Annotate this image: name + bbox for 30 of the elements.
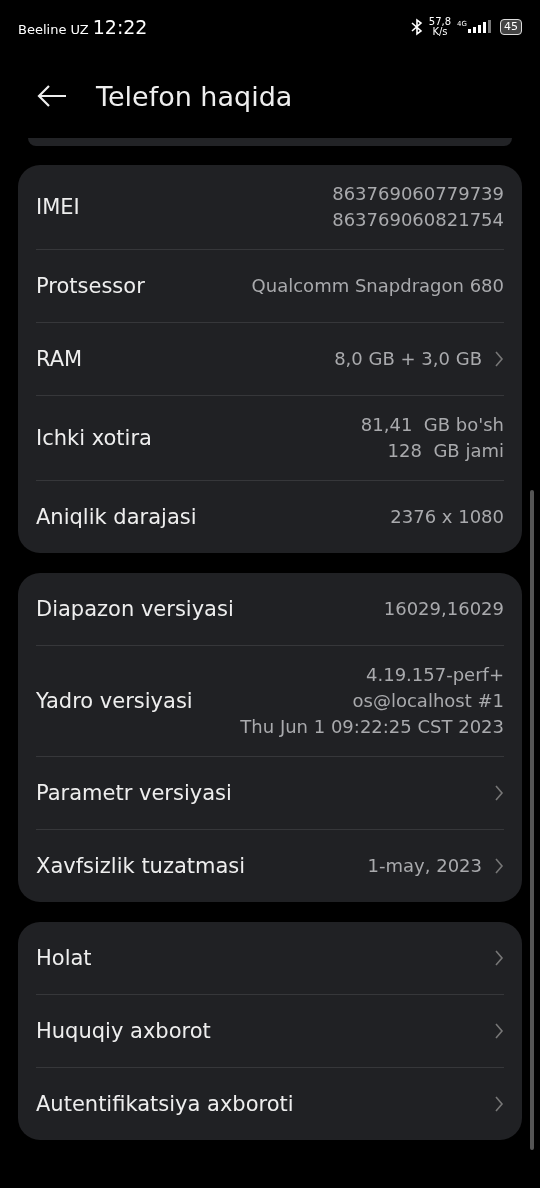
speed-value: 57,8	[428, 17, 452, 27]
page-title: Telefon haqida	[96, 80, 293, 112]
row-label: Parametr versiyasi	[36, 780, 232, 807]
row-label: Huquqiy axborot	[36, 1018, 211, 1045]
row-value: 1-may, 2023	[367, 854, 482, 878]
row-value: 4.19.157-perf+ os@localhost #1 Thu Jun 1 09:22:25 CST 2023	[240, 663, 504, 739]
row-label: Holat	[36, 945, 92, 972]
battery-level: 45	[504, 21, 518, 33]
row-label: Protsessor	[36, 273, 145, 300]
back-button[interactable]	[36, 84, 68, 108]
back-arrow-icon	[36, 84, 68, 108]
row-label: Yadro versiyasi	[36, 688, 193, 715]
carrier-name: Beeline UZ	[18, 22, 89, 37]
row-label: Aniqlik darajasi	[36, 504, 197, 531]
row-value: 81,41 GB bo'sh 128 GB jami	[360, 413, 504, 463]
row-value: 863769060779739 863769060821754	[332, 182, 504, 232]
speed-unit: K/s	[432, 27, 448, 37]
row-label: IMEI	[36, 194, 80, 221]
row-label: Xavfsizlik tuzatmasi	[36, 853, 246, 880]
row-value: 16029,16029	[383, 597, 504, 621]
status-time: 12:22	[92, 16, 148, 38]
row-value: 2376 x 1080	[390, 505, 504, 529]
row-label: Diapazon versiyasi	[36, 596, 234, 623]
row-label: RAM	[36, 346, 83, 373]
bluetooth-icon	[410, 18, 423, 36]
row-label: Ichki xotira	[36, 425, 152, 452]
row-value: Qualcomm Snapdragon 680	[251, 274, 504, 298]
signal-icon	[468, 20, 494, 34]
row-label: Autentifikatsiya axboroti	[36, 1091, 294, 1118]
row-value: 8,0 GB + 3,0 GB	[334, 347, 482, 371]
